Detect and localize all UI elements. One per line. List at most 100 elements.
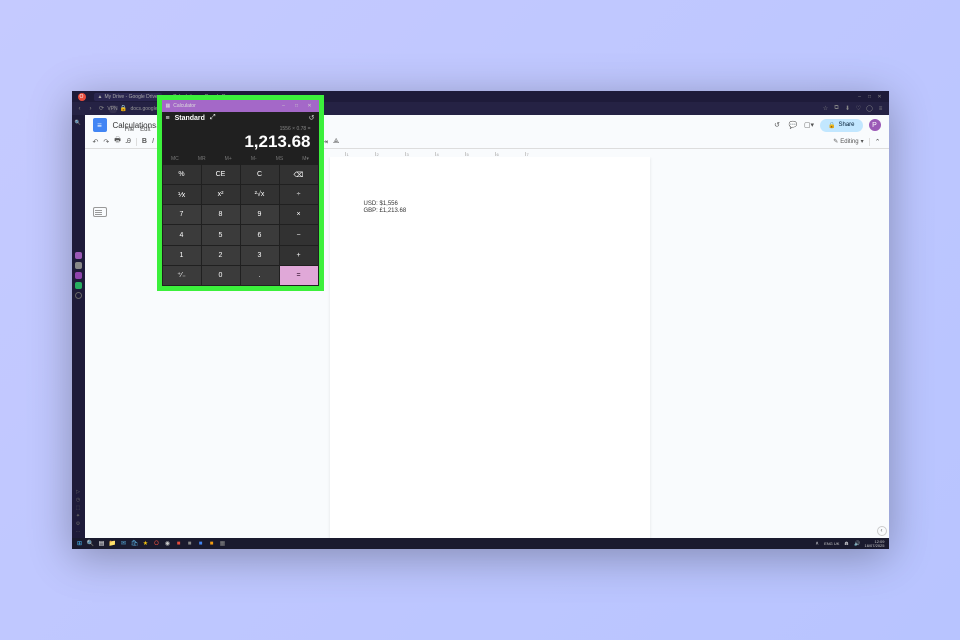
sidebar-settings-icon[interactable]: ⚙ — [76, 521, 81, 526]
opera-icon[interactable]: O — [78, 93, 86, 101]
calc-key-²√x[interactable]: ²√x — [241, 185, 279, 204]
vpn-badge[interactable]: VPN — [109, 105, 117, 113]
meet-icon[interactable]: ▢▾ — [804, 120, 814, 130]
pinned-app-icon[interactable]: ■ — [186, 540, 194, 548]
pinned-app-icon[interactable]: ■ — [208, 540, 216, 548]
calc-key-9[interactable]: 9 — [241, 205, 279, 224]
sidebar-add-icon[interactable] — [75, 292, 82, 299]
wifi-icon[interactable]: ⋒ — [842, 540, 850, 548]
calc-key-%[interactable]: % — [163, 165, 201, 184]
forward-icon[interactable]: › — [87, 105, 95, 113]
reload-icon[interactable]: ⟳ — [98, 105, 106, 113]
history-icon[interactable]: ↺ — [309, 114, 315, 122]
calc-key-5[interactable]: 5 — [202, 225, 240, 244]
sidebar-cam-icon[interactable]: ⬚ — [76, 505, 81, 510]
calc-mr-button[interactable]: MR — [198, 156, 206, 162]
explorer-icon[interactable]: 📁 — [109, 540, 117, 548]
calc-key-+[interactable]: + — [280, 246, 318, 265]
hamburger-icon[interactable]: ≡ — [166, 115, 170, 122]
sidebar-clock-icon[interactable]: ◷ — [76, 497, 81, 502]
sidebar-news-icon[interactable]: ✦ — [76, 513, 81, 518]
minimize-button[interactable]: – — [855, 93, 865, 100]
calc-key-8[interactable]: 8 — [202, 205, 240, 224]
heart-icon[interactable]: ♡ — [855, 105, 863, 113]
spellcheck-icon[interactable]: Ꭿ — [126, 138, 131, 146]
close-button[interactable]: ✕ — [875, 93, 885, 100]
maximize-button[interactable]: □ — [865, 93, 875, 100]
mail-icon[interactable]: ✉ — [120, 540, 128, 548]
calculator-taskbar-icon[interactable]: ▦ — [219, 540, 227, 548]
calc-mlist-button[interactable]: M▾ — [302, 156, 309, 162]
calc-mc-button[interactable]: MC — [171, 156, 179, 162]
calc-mplus-button[interactable]: M+ — [225, 156, 232, 162]
profile-icon[interactable]: ◯ — [866, 105, 874, 113]
browser-tab-drive[interactable]: ▲ My Drive - Google Drive — [94, 93, 162, 101]
document-page[interactable]: USD: $1,556 GBP: £1,213.68 — [330, 157, 650, 538]
clearformat-icon[interactable]: ⟁ — [333, 138, 339, 146]
opera-taskbar-icon[interactable]: O — [153, 540, 161, 548]
account-avatar[interactable]: P — [869, 119, 881, 131]
keep-on-top-icon[interactable]: ⤢ — [210, 114, 216, 122]
bookmark-icon[interactable]: ☆ — [822, 105, 830, 113]
sidebar-ai-icon[interactable] — [75, 252, 82, 259]
calc-key-×[interactable]: × — [280, 205, 318, 224]
sidebar-player-icon[interactable]: ▷ — [76, 489, 81, 494]
pinned-app-icon[interactable]: ■ — [175, 540, 183, 548]
calc-key-1[interactable]: 1 — [163, 246, 201, 265]
calc-close-button[interactable]: ✕ — [305, 103, 315, 110]
redo-icon[interactable]: ↷ — [103, 138, 109, 146]
bold-icon[interactable]: B — [142, 138, 147, 145]
editing-mode-button[interactable]: ✎ Editing ▾ — [833, 138, 863, 145]
calc-ms-button[interactable]: MS — [276, 156, 284, 162]
calc-key-0[interactable]: 0 — [202, 266, 240, 285]
calc-key-6[interactable]: 6 — [241, 225, 279, 244]
menu-edit[interactable]: Edit — [140, 127, 150, 133]
calc-key-3[interactable]: 3 — [241, 246, 279, 265]
pinned-app-icon[interactable]: ■ — [197, 540, 205, 548]
comment-icon[interactable]: 💬 — [788, 120, 798, 130]
calc-key-x²[interactable]: x² — [202, 185, 240, 204]
history-icon[interactable]: ↺ — [772, 120, 782, 130]
calc-key-C[interactable]: C — [241, 165, 279, 184]
menu-file[interactable]: File — [125, 127, 135, 133]
print-icon[interactable]: 🖶 — [114, 136, 121, 147]
share-button[interactable]: 🔒 Share — [820, 119, 863, 132]
download-icon[interactable]: ⬇ — [844, 105, 852, 113]
calc-key-⁺⁄₋[interactable]: ⁺⁄₋ — [163, 266, 201, 285]
sidebar-chat-icon[interactable] — [75, 272, 82, 279]
calc-key-7[interactable]: 7 — [163, 205, 201, 224]
tray-lang[interactable]: ENG UK — [824, 542, 839, 546]
tray-clock[interactable]: 12:09 16/07/2025 — [864, 540, 884, 548]
calc-minimize-button[interactable]: – — [279, 103, 289, 110]
store-icon[interactable]: 🛍 — [131, 540, 139, 548]
extension-icon[interactable]: ⧉ — [833, 105, 841, 113]
calc-key-−[interactable]: − — [280, 225, 318, 244]
sidebar-search-icon[interactable]: 🔍 — [75, 119, 82, 126]
menu-icon[interactable]: ≡ — [877, 105, 885, 113]
back-icon[interactable]: ‹ — [76, 105, 84, 113]
taskview-icon[interactable]: ▤ — [98, 540, 106, 548]
calc-maximize-button[interactable]: □ — [292, 103, 302, 110]
undo-icon[interactable]: ↶ — [93, 138, 99, 146]
calc-key-=[interactable]: = — [280, 266, 318, 285]
calc-key-CE[interactable]: CE — [202, 165, 240, 184]
calc-key-.[interactable]: . — [241, 266, 279, 285]
sidebar-whatsapp-icon[interactable] — [75, 282, 82, 289]
collapse-icon[interactable]: ⌃ — [875, 138, 881, 146]
sidebar-tile-icon[interactable] — [75, 262, 82, 269]
sidebar-more-icon[interactable]: ⋯ — [76, 529, 81, 534]
italic-icon[interactable]: I — [152, 138, 154, 145]
calc-key-2[interactable]: 2 — [202, 246, 240, 265]
steam-icon[interactable]: ◉ — [164, 540, 172, 548]
outline-sidebar[interactable] — [93, 207, 113, 217]
calc-mminus-button[interactable]: M- — [251, 156, 257, 162]
calc-key-⌫[interactable]: ⌫ — [280, 165, 318, 184]
search-icon[interactable]: 🔍 — [87, 540, 95, 548]
tray-chevron-icon[interactable]: ˄ — [813, 540, 821, 548]
calc-key-÷[interactable]: ÷ — [280, 185, 318, 204]
explore-button[interactable]: ‹ — [877, 526, 887, 536]
calc-key-4[interactable]: 4 — [163, 225, 201, 244]
pinned-app-icon[interactable]: ★ — [142, 540, 150, 548]
start-icon[interactable]: ⊞ — [76, 540, 84, 548]
calc-key-⅟x[interactable]: ⅟x — [163, 185, 201, 204]
